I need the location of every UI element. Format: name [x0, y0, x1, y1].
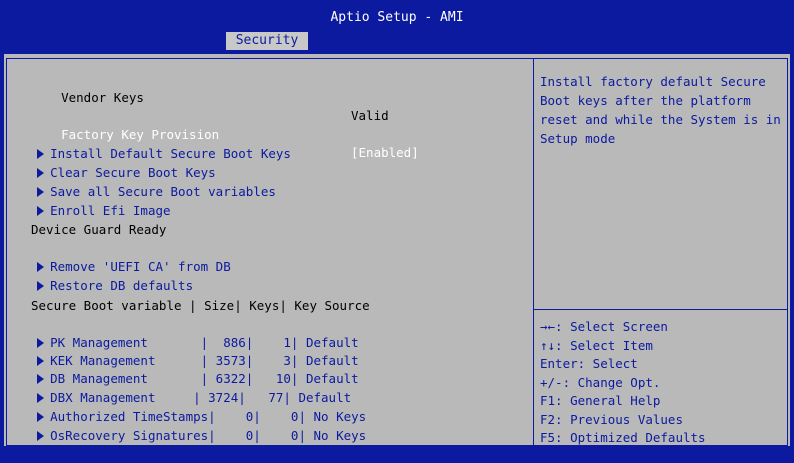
- tab-security[interactable]: Security: [226, 32, 308, 50]
- settings-list: Vendor Keys Valid Factory Key Provision …: [7, 59, 532, 445]
- submenu-install-default-keys[interactable]: Install Default Secure Boot Keys: [7, 127, 291, 161]
- table-row[interactable]: DB Management | 6322| 10| Default: [7, 352, 359, 386]
- submenu-arrow-icon: [37, 280, 45, 291]
- submenu-restore-db-defaults[interactable]: Restore DB defaults: [7, 259, 193, 293]
- table-row[interactable]: KEK Management | 3573| 3| Default: [7, 334, 359, 368]
- factory-key-provision-value[interactable]: [Enabled]: [351, 144, 419, 162]
- key-help-list: →←: Select Screen ↑↓: Select Item Enter:…: [540, 318, 784, 448]
- table-row[interactable]: PK Management | 886| 1| Default: [7, 316, 359, 350]
- submenu-enroll-efi-image[interactable]: Enroll Efi Image: [7, 184, 171, 218]
- submenu-remove-uefi-ca[interactable]: Remove 'UEFI CA' from DB: [7, 240, 231, 274]
- device-guard-label: Device Guard Ready: [31, 222, 167, 237]
- panel-divider: [533, 58, 534, 446]
- vendor-keys-row: Vendor Keys Valid: [31, 71, 389, 123]
- submenu-arrow-icon: [37, 205, 45, 216]
- submenu-save-variables[interactable]: Save all Secure Boot variables: [7, 165, 276, 199]
- submenu-clear-keys[interactable]: Clear Secure Boot Keys: [7, 146, 216, 180]
- key-help-general-help: F1: General Help: [540, 393, 661, 408]
- table-row[interactable]: Authorized TimeStamps| 0| 0| No Keys: [7, 390, 366, 424]
- key-help-select-screen: →←: Select Screen: [540, 319, 668, 334]
- table-row[interactable]: DBX Management | 3724| 77| Default: [7, 371, 351, 405]
- app-title: Aptio Setup - AMI: [330, 10, 464, 25]
- vendor-keys-value: Valid: [351, 108, 389, 123]
- help-text: Install factory default Secure Boot keys…: [540, 74, 781, 146]
- key-help-previous-values: F2: Previous Values: [540, 411, 683, 427]
- table-row[interactable]: OsRecovery Signatures| 0| 0| No Keys: [7, 409, 366, 443]
- factory-key-provision-row[interactable]: Factory Key Provision [Enabled]: [31, 108, 419, 160]
- vendor-keys-label: Vendor Keys: [61, 90, 144, 105]
- key-help-enter: Enter: Select: [540, 356, 638, 371]
- key-help-select-item: ↑↓: Select Item: [540, 337, 653, 353]
- submenu-arrow-icon: [37, 430, 45, 441]
- key-help-optimized-defaults: F5: Optimized Defaults: [540, 430, 706, 445]
- table-header: Secure Boot variable | Size| Keys| Key S…: [31, 298, 370, 313]
- key-help-change-opt: +/-: Change Opt.: [540, 374, 661, 390]
- title-bar: Aptio Setup - AMI Security: [0, 0, 794, 50]
- help-divider: [534, 309, 788, 310]
